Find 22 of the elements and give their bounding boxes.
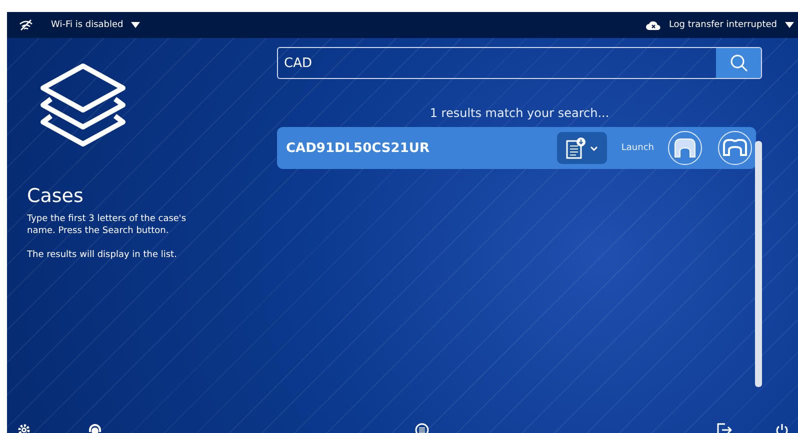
layers-icon <box>39 63 127 147</box>
settings-icon[interactable] <box>17 423 31 433</box>
case-result-row[interactable]: CAD91DL50CS21UR Launch <box>277 127 756 169</box>
results-count-text: 1 results match your search... <box>428 106 610 120</box>
scrollbar[interactable] <box>755 141 762 387</box>
caret-icon <box>785 22 794 28</box>
log-status-dropdown[interactable]: Log transfer interrupted <box>646 20 794 30</box>
wifi-off-icon <box>19 19 33 31</box>
chevron-down-icon <box>590 146 598 150</box>
list-menu-icon[interactable] <box>415 423 429 433</box>
power-icon[interactable] <box>775 423 789 433</box>
caret-icon <box>131 22 140 28</box>
wifi-status-dropdown[interactable]: Wi-Fi is disabled <box>19 19 140 31</box>
instruction-text: Type the first 3 letters of the case's name. Press the Search button. <box>27 213 188 237</box>
instruction-text: The results will display in the list. <box>27 249 178 261</box>
logout-icon[interactable] <box>716 423 732 433</box>
report-dropdown-button[interactable] <box>557 132 608 164</box>
cloud-error-icon <box>646 20 661 30</box>
case-name: CAD91DL50CS21UR <box>286 140 430 156</box>
page-title: Cases <box>27 185 84 207</box>
launch-label: Launch <box>621 143 654 153</box>
document-download-icon <box>566 137 586 159</box>
